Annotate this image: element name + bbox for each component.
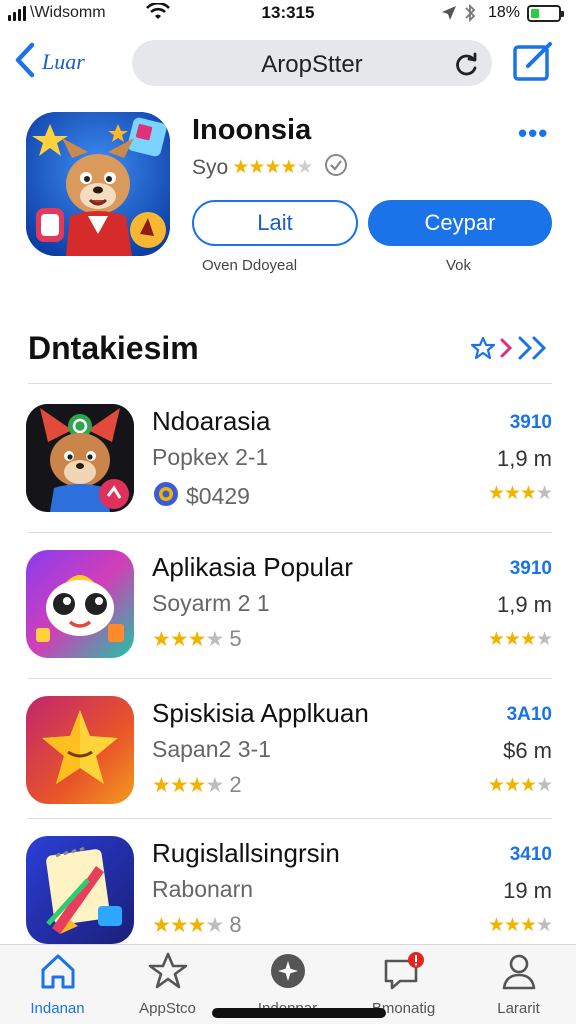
battery-icon xyxy=(527,5,564,22)
app-rating-count: 5 xyxy=(229,626,242,651)
carrier-label: \Widsomm xyxy=(30,4,106,21)
tab-label: Indanan xyxy=(30,1000,85,1017)
app-rating-count: 8 xyxy=(229,912,242,937)
chevron-left-icon xyxy=(14,42,36,83)
tab-account[interactable]: Lararit xyxy=(461,951,576,1021)
app-right-label: 3A10 xyxy=(506,704,552,725)
list-item[interactable]: Spiskisia Applkuan Sapan2 3-1 ★★★★ 2 3A1… xyxy=(0,696,576,820)
app-subtitle: Rabonarn xyxy=(152,876,254,902)
row-divider xyxy=(28,532,552,533)
app-subtitle: Soyarm 2 1 xyxy=(152,590,270,616)
hero-subtitle: Syo xyxy=(192,155,229,179)
app-size: 19 m xyxy=(503,878,552,903)
row-divider xyxy=(28,678,552,679)
tab-label: Lararit xyxy=(497,1000,540,1017)
section-divider xyxy=(28,383,552,384)
back-button[interactable]: Luar xyxy=(14,40,85,84)
location-icon xyxy=(440,4,458,27)
star-outline-icon xyxy=(470,336,496,365)
app-rating-count: 2 xyxy=(229,772,242,797)
app-name: Aplikasia Popular xyxy=(152,552,353,582)
chevron-right-icon xyxy=(498,336,514,365)
compose-icon[interactable] xyxy=(512,42,554,87)
list-item[interactable]: Rugislallsingrsin Rabonarn ★★★★ 8 3410 1… xyxy=(0,836,576,960)
app-meta: ★★★★ 2 xyxy=(152,772,242,798)
bluetooth-icon xyxy=(464,3,476,27)
app-size: 1,9 m xyxy=(496,446,552,471)
app-meta: $0429 xyxy=(152,480,250,513)
double-chevron-right-icon xyxy=(516,334,550,367)
hero-app-icon[interactable] xyxy=(26,112,170,256)
back-label: Luar xyxy=(42,49,85,74)
home-icon xyxy=(38,951,78,996)
battery-percent: 18% xyxy=(488,4,521,21)
app-icon-star xyxy=(26,696,134,804)
app-icon-fox xyxy=(26,404,134,512)
more-options-button[interactable]: ••• xyxy=(518,118,548,149)
signal-icon xyxy=(8,6,26,21)
home-indicator xyxy=(212,1008,386,1018)
app-rating-stars-right: ★★★★ xyxy=(487,775,553,796)
app-name: Rugislallsingrsin xyxy=(152,838,340,868)
app-right-label: 3410 xyxy=(509,844,552,865)
secondary-action-caption: Oven Ddoyeal xyxy=(202,257,298,274)
hero-rating-stars: ★★★★★ xyxy=(232,157,313,178)
app-size: 1,9 m xyxy=(496,592,552,617)
status-bar: \Widsomm 13:315 18% xyxy=(0,0,576,28)
tab-label: AppStco xyxy=(139,1000,196,1017)
refresh-icon[interactable] xyxy=(452,50,480,83)
app-price: $0429 xyxy=(186,483,250,509)
app-icon-notebook xyxy=(26,836,134,944)
tab-home[interactable]: Indanan xyxy=(0,951,115,1021)
app-right-label: 3910 xyxy=(509,558,552,579)
compass-icon xyxy=(268,951,308,996)
list-item[interactable]: Aplikasia Popular Soyarm 2 1 ★★★★ 5 3910… xyxy=(0,550,576,674)
app-meta: ★★★★ 8 xyxy=(152,912,242,938)
chat-icon xyxy=(382,951,426,996)
list-item[interactable]: Ndoarasia Popkex 2-1 $0429 3910 1,9 m ★★… xyxy=(0,404,576,528)
app-rating-stars-right: ★★★★ xyxy=(487,915,553,936)
nav-bar: Luar AropStter xyxy=(0,34,576,90)
star-icon xyxy=(148,951,188,996)
app-rating-stars: ★★★★ xyxy=(152,913,224,937)
section-see-all[interactable] xyxy=(470,334,550,367)
tab-appstore[interactable]: AppStco xyxy=(110,951,225,1021)
primary-action-caption: Vok xyxy=(446,257,472,274)
row-divider xyxy=(28,818,552,819)
primary-action-button[interactable]: Ceypar xyxy=(368,200,552,246)
app-subtitle: Popkex 2-1 xyxy=(152,444,269,470)
coin-icon xyxy=(152,480,180,513)
person-icon xyxy=(499,951,539,996)
verified-icon xyxy=(324,153,348,182)
app-rating-stars: ★★★★ xyxy=(487,483,553,504)
address-bar[interactable]: AropStter xyxy=(132,40,492,86)
app-rating-stars: ★★★★ xyxy=(152,627,224,651)
secondary-action-button[interactable]: Lait xyxy=(192,200,358,246)
app-icon-robot xyxy=(26,550,134,658)
app-size: $6 m xyxy=(503,738,552,763)
app-subtitle: Sapan2 3-1 xyxy=(152,736,271,762)
app-right-label: 3910 xyxy=(509,412,552,433)
app-name: Spiskisia Applkuan xyxy=(152,698,369,728)
app-rating-stars: ★★★★ xyxy=(152,773,224,797)
app-rating-stars-right: ★★★★ xyxy=(487,629,553,650)
wifi-icon xyxy=(146,1,170,26)
app-meta: ★★★★ 5 xyxy=(152,626,242,652)
hero-app-title: Inoonsia xyxy=(192,114,312,146)
section-title: Dntakiesim xyxy=(28,330,199,366)
hero-subtitle-row: Syo ★★★★★ xyxy=(192,153,348,182)
app-name: Ndoarasia xyxy=(152,406,271,436)
page-title: AropStter xyxy=(261,51,363,78)
